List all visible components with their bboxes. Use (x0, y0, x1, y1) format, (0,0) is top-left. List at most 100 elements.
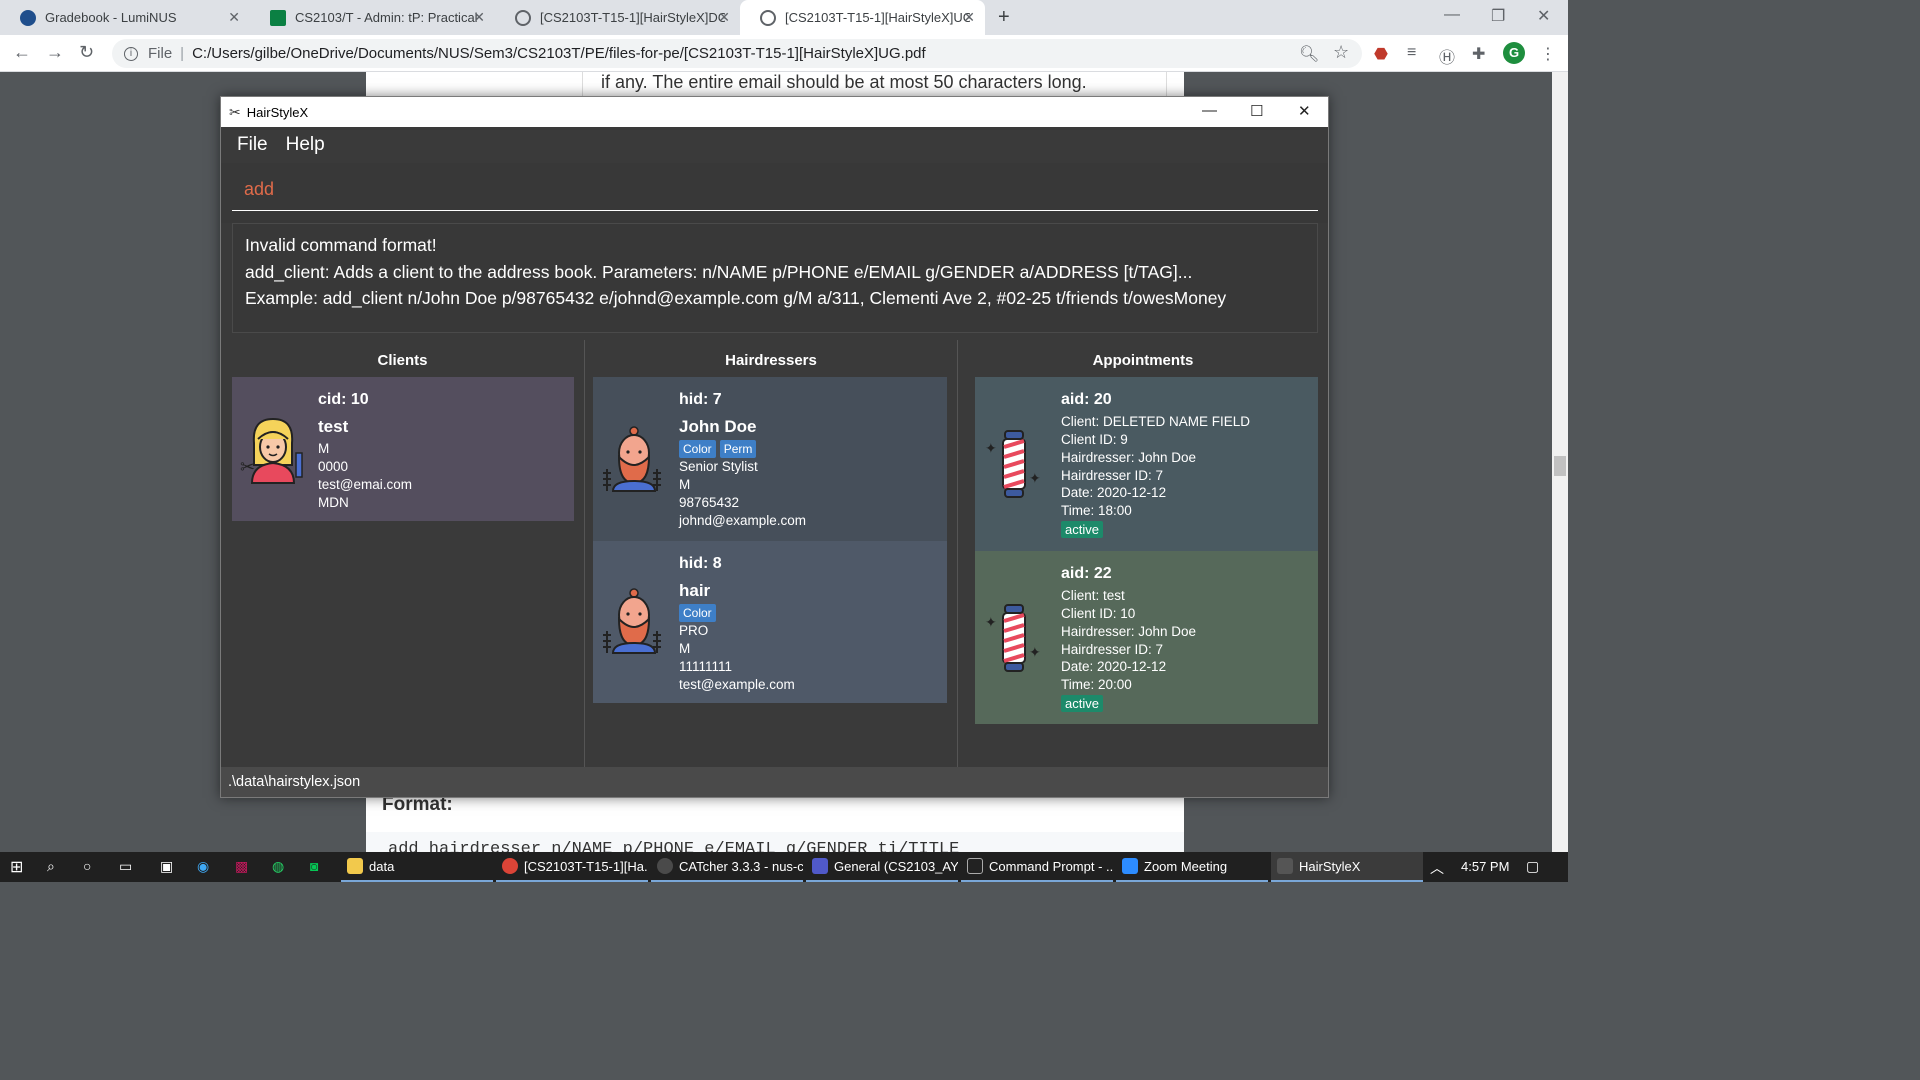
appointment-card[interactable]: ✦ ✦ aid: 22 Client: test Client ID: 10 H… (975, 551, 1318, 724)
appointment-time: Time: 18:00 (1061, 503, 1132, 518)
catcher-icon (657, 858, 673, 874)
globe-icon (515, 9, 531, 26)
taskbar-item-cmd[interactable]: Command Prompt - ... (961, 852, 1113, 882)
taskbar-label: data (369, 858, 395, 874)
taskbar-item-hairstylex[interactable]: HairStyleX (1271, 852, 1423, 882)
result-line: Invalid command format! (245, 235, 437, 255)
hairdresser-title: Senior Stylist (679, 459, 758, 474)
chevron-up-icon[interactable]: ︿ (1430, 858, 1444, 878)
app-minimize-icon[interactable]: — (1202, 102, 1217, 119)
forward-arrow-icon[interactable]: → (46, 42, 64, 63)
browser-tab-ug-pdf[interactable]: [CS2103T-T15-1][HairStyleX]UG.p ✕ (740, 0, 985, 35)
hairdresser-phone: 11111111 (679, 659, 733, 674)
hairdresser-id: hid: 8 (679, 555, 722, 572)
scissors-app-icon: ✂ (229, 103, 241, 120)
svg-text:✂: ✂ (240, 457, 255, 477)
windows-start-icon[interactable]: ⊞ (10, 857, 23, 877)
address-bar[interactable]: i File | C:/Users/gilbe/OneDrive/Documen… (112, 39, 1362, 68)
hairdresser-title: PRO (679, 623, 709, 638)
specialisation-tag: Color (679, 604, 716, 622)
close-tab-icon[interactable]: ✕ (963, 9, 975, 26)
graduation-cap-icon (270, 9, 286, 26)
result-line: Example: add_client n/John Doe p/9876543… (245, 288, 1227, 308)
taskbar-item-catcher[interactable]: CATcher 3.3.3 - nus-c... (651, 852, 803, 882)
tab-label: [CS2103T-T15-1][HairStyleX]DG.p (540, 10, 725, 25)
hairdresser-card[interactable]: hid: 7 John Doe Color Perm Senior Stylis… (593, 377, 947, 541)
zoom-icon[interactable]: 🔍︎ (1299, 44, 1319, 64)
barber-man-icon (603, 588, 661, 654)
appointment-hairdresser: Hairdresser: John Doe (1061, 450, 1197, 465)
specialisation-tag: Color (679, 440, 716, 458)
taskbar-item-zoom[interactable]: Zoom Meeting (1116, 852, 1268, 882)
close-window-icon[interactable]: ✕ (1537, 6, 1550, 26)
ublock-icon[interactable]: ⬣ (1374, 44, 1388, 64)
search-icon[interactable]: ⌕ (47, 858, 55, 875)
browser-tab-gradebook[interactable]: Gradebook - LumiNUS ✕ (0, 0, 250, 35)
puzzle-extensions-icon[interactable]: ✚ (1472, 44, 1485, 64)
folder-icon (347, 858, 363, 874)
hairdresser-tags: Color Perm (679, 440, 757, 458)
status-badge: active (1061, 521, 1103, 538)
taskbar-item-teams[interactable]: General (CS2103_AY... (806, 852, 958, 882)
chrome-icon (502, 858, 518, 874)
appointment-id: aid: 22 (1061, 565, 1112, 582)
task-view-icon[interactable]: ▭ (119, 858, 132, 875)
appointment-time: Time: 20:00 (1061, 677, 1132, 692)
hairdresser-name: hair (679, 581, 711, 600)
appointment-card[interactable]: ✦ ✦ aid: 20 Client: DELETED NAME FIELD C… (975, 377, 1318, 551)
appointment-date: Date: 2020-12-12 (1061, 659, 1167, 674)
hairdresser-card[interactable]: hid: 8 hair Color PRO M 11111111 test@ex… (593, 541, 947, 703)
appointment-hairdresser-id: Hairdresser ID: 7 (1061, 468, 1164, 483)
new-tab-icon[interactable]: + (998, 6, 1010, 29)
app-close-icon[interactable]: ✕ (1298, 102, 1311, 120)
pdf-scrollbar[interactable] (1552, 72, 1568, 852)
command-input[interactable] (232, 169, 1318, 211)
address-url[interactable]: C:/Users/gilbe/OneDrive/Documents/NUS/Se… (192, 45, 926, 62)
kebab-menu-icon[interactable]: ⋮ (1540, 44, 1556, 64)
whatsapp-icon[interactable]: ◍ (272, 858, 284, 875)
hairdresser-name: John Doe (679, 417, 757, 436)
cortana-icon[interactable]: ○ (83, 858, 91, 874)
minimize-icon[interactable]: — (1444, 6, 1460, 24)
browser-tab-dg-pdf[interactable]: [CS2103T-T15-1][HairStyleX]DG.p ✕ (495, 0, 740, 35)
client-card[interactable]: ✂ cid: 10 test M 0000 test@emai.com MDN (232, 377, 574, 521)
appointments-title: Appointments (1092, 352, 1194, 369)
back-arrow-icon[interactable]: ← (13, 42, 31, 63)
close-tab-icon[interactable]: ✕ (228, 9, 240, 26)
app-menubar: File Help (221, 127, 1328, 163)
store-icon[interactable]: ▣ (160, 858, 173, 875)
browser-tab-cs2103-admin[interactable]: CS2103/T - Admin: tP: Practical E ✕ (250, 0, 495, 35)
command-prompt-icon (967, 858, 983, 874)
menu-help[interactable]: Help (286, 134, 325, 156)
appointment-hairdresser: Hairdresser: John Doe (1061, 624, 1197, 639)
line-app-icon[interactable]: ◙ (310, 858, 318, 874)
zoom-app-icon (1122, 858, 1138, 874)
browser-tab-strip: Gradebook - LumiNUS ✕ CS2103/T - Admin: … (0, 0, 1568, 35)
info-icon[interactable]: i (124, 46, 138, 61)
taskbar-label: HairStyleX (1299, 858, 1361, 874)
clock[interactable]: 4:57 PM (1461, 859, 1509, 874)
taskbar-item-data[interactable]: data (341, 852, 493, 882)
reload-icon[interactable]: ↻ (79, 42, 94, 63)
extension-h-icon[interactable]: Ⓗ (1439, 44, 1455, 68)
profile-avatar[interactable]: G (1503, 42, 1525, 64)
app-maximize-icon[interactable]: ☐ (1250, 102, 1263, 120)
appointment-id: aid: 20 (1061, 391, 1112, 408)
luminus-favicon-icon (20, 9, 36, 26)
menu-file[interactable]: File (237, 134, 268, 156)
scrollbar-thumb[interactable] (1554, 456, 1566, 476)
hairstylex-window: ✂ HairStyleX — ☐ ✕ File Help Invalid com… (220, 96, 1329, 798)
close-tab-icon[interactable]: ✕ (718, 9, 730, 26)
address-separator: | (180, 45, 185, 62)
bookmark-star-icon[interactable]: ☆ (1333, 42, 1349, 63)
notification-icon[interactable]: ▢ (1526, 858, 1539, 875)
hairdresser-email: test@example.com (679, 677, 795, 692)
taskbar-item-chrome[interactable]: [CS2103T-T15-1][Ha... (496, 852, 648, 882)
restore-icon[interactable]: ❐ (1491, 6, 1505, 26)
intellij-icon[interactable]: ▩ (235, 858, 248, 875)
reader-icon[interactable]: ≡ (1407, 44, 1416, 62)
edge-icon[interactable]: ◉ (197, 858, 209, 875)
address-scheme: File (148, 45, 173, 62)
taskbar-label: [CS2103T-T15-1][Ha... (524, 858, 648, 874)
close-tab-icon[interactable]: ✕ (473, 9, 485, 26)
